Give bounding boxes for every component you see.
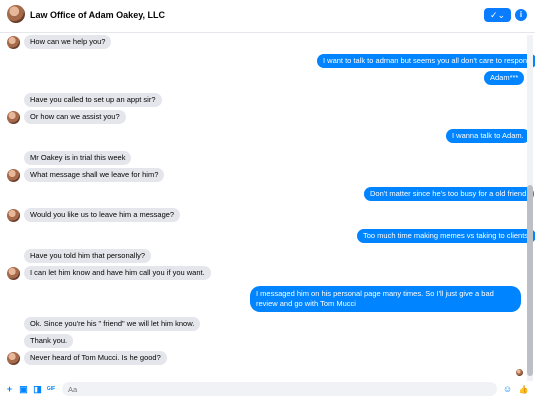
message-outgoing[interactable]: Don't matter since he's too busy for a o…: [364, 187, 535, 201]
sender-avatar: [7, 169, 20, 182]
message-incoming[interactable]: How can we help you?: [24, 35, 112, 49]
message-incoming[interactable]: Ok. Since you're his " friend" we will l…: [24, 317, 201, 331]
contact-name[interactable]: Law Office of Adam Oakey, LLC: [30, 10, 165, 20]
info-icon[interactable]: i: [515, 9, 527, 21]
sender-avatar: [7, 267, 20, 280]
message-input-wrapper[interactable]: [62, 382, 497, 396]
sticker-icon[interactable]: ◨: [32, 384, 43, 395]
message-outgoing[interactable]: I messaged him on his personal page many…: [250, 286, 521, 312]
contact-avatar[interactable]: [7, 5, 25, 23]
message-incoming[interactable]: I can let him know and have him call you…: [24, 266, 211, 280]
message-incoming[interactable]: Or how can we assist you?: [24, 110, 126, 124]
message-incoming[interactable]: Thank you.: [24, 334, 74, 348]
message-incoming[interactable]: What message shall we leave for him?: [24, 168, 165, 182]
message-incoming[interactable]: Mr Oakey is in trial this week: [24, 151, 132, 165]
sender-avatar: [7, 209, 20, 222]
status-button[interactable]: ✓⌄: [484, 8, 511, 22]
message-incoming[interactable]: Would you like us to leave him a message…: [24, 208, 181, 222]
gif-icon[interactable]: GIF: [45, 384, 57, 395]
like-icon[interactable]: 👍: [518, 384, 529, 395]
message-incoming[interactable]: Never heard of Tom Mucci. Is he good?: [24, 351, 167, 365]
message-outgoing[interactable]: Too much time making memes vs taking to …: [357, 229, 535, 243]
message-incoming[interactable]: Have you told him that personally?: [24, 249, 152, 263]
message-outgoing[interactable]: I wanna talk to Adam.: [446, 129, 530, 143]
plus-icon[interactable]: +: [4, 384, 15, 395]
sender-avatar: [7, 111, 20, 124]
sender-avatar: [7, 36, 20, 49]
message-outgoing[interactable]: Adam***: [484, 71, 525, 85]
emoji-icon[interactable]: ☺: [502, 384, 513, 395]
chat-header: Law Office of Adam Oakey, LLC ✓⌄ i: [0, 0, 535, 33]
message-outgoing[interactable]: I want to talk to adman but seems you al…: [317, 54, 535, 68]
scrollbar-thumb[interactable]: [527, 185, 533, 376]
message-input[interactable]: [62, 382, 497, 396]
image-icon[interactable]: ▣: [18, 384, 29, 395]
sender-avatar: [7, 352, 20, 365]
seen-indicator-avatar: [516, 369, 523, 376]
message-incoming[interactable]: Have you called to set up an appt sir?: [24, 93, 162, 107]
